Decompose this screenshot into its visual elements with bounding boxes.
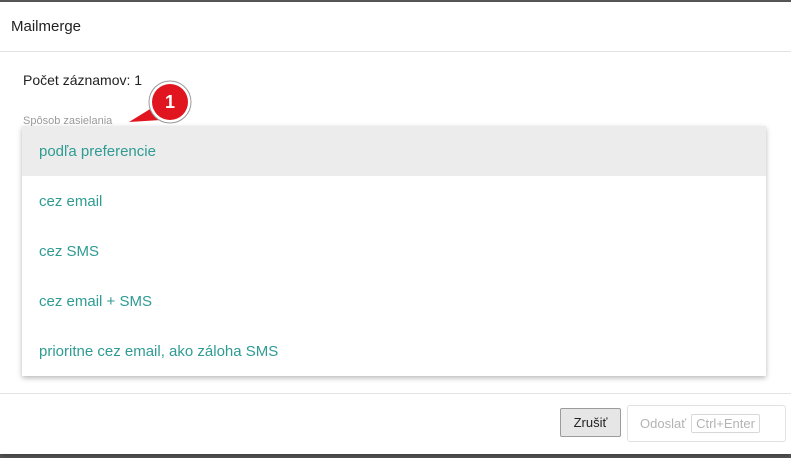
- mailmerge-dialog: Mailmerge Počet záznamov: 1 Spôsob zasie…: [0, 2, 791, 454]
- option-email-fallback-sms[interactable]: prioritne cez email, ako záloha SMS: [22, 326, 766, 376]
- cancel-button[interactable]: Zrušiť: [560, 408, 621, 437]
- option-email-sms[interactable]: cez email + SMS: [22, 276, 766, 326]
- backdrop-bottom: [0, 454, 791, 458]
- send-button[interactable]: Odoslať Ctrl+Enter: [627, 405, 786, 442]
- cancel-label: Zrušiť: [573, 415, 608, 430]
- option-email[interactable]: cez email: [22, 176, 766, 226]
- delivery-method-dropdown[interactable]: podľa preferencie cez email cez SMS cez …: [22, 126, 766, 376]
- callout-number: 1: [165, 92, 175, 112]
- send-shortcut: Ctrl+Enter: [691, 414, 760, 433]
- send-label: Odoslať: [640, 416, 687, 431]
- footer-divider: [0, 393, 791, 394]
- option-by-preference[interactable]: podľa preferencie: [22, 126, 766, 176]
- dialog-header: Mailmerge: [0, 2, 791, 52]
- step-callout-marker: 1: [129, 80, 192, 124]
- dialog-title: Mailmerge: [11, 18, 82, 35]
- option-sms[interactable]: cez SMS: [22, 226, 766, 276]
